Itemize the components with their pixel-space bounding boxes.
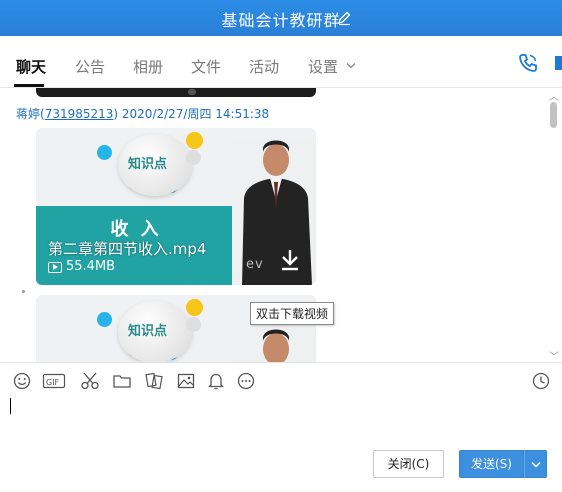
decor-circle [186,317,201,332]
folder-icon[interactable] [112,371,132,391]
chat-scrollbar[interactable]: ︿ ﹀ [546,88,560,363]
scroll-thumb[interactable] [550,102,557,128]
video-filename: 第二章第四节收入.mp4 [48,240,207,258]
tab-announcement[interactable]: 公告 [75,56,105,77]
message-header: 蒋婷(731985213) 2020/2/27/周四 14:51:38 [16,105,269,122]
phone-icon[interactable] [517,52,539,74]
scissors-icon[interactable] [80,371,100,391]
input-toolbar: GIF [0,362,562,396]
sender-name[interactable]: 蒋婷( [16,107,45,121]
decor-circle [186,132,203,149]
svg-text:GIF: GIF [46,378,60,387]
video-size: 55.4MB [66,259,116,274]
gif-icon[interactable]: GIF [42,371,66,391]
scroll-up-icon[interactable]: ︿ [549,88,559,103]
more-icon[interactable] [236,371,256,391]
download-tooltip: 双击下载视频 [250,302,335,325]
tab-activity[interactable]: 活动 [249,56,279,77]
emoji-icon[interactable] [12,371,32,391]
window-title: 基础会计教研群 [221,11,341,30]
edit-icon[interactable] [336,10,352,26]
tab-chat[interactable]: 聊天 [16,56,46,77]
active-tab-indicator [14,84,44,87]
decor-circle [186,150,201,165]
sender-qq-link[interactable]: 731985213 [45,107,114,121]
tab-album[interactable]: 相册 [133,56,163,77]
image-icon[interactable] [176,371,196,391]
chevron-down-icon [531,462,540,468]
previous-video-thumbnail[interactable] [36,88,316,97]
bell-icon[interactable] [206,371,226,391]
video-play-icon [48,262,62,273]
chevron-down-icon[interactable] [346,62,356,70]
tab-settings[interactable]: 设置 [308,56,338,77]
download-icon[interactable] [280,248,300,272]
message-bullet [22,290,25,293]
decor-circle [97,312,112,327]
tab-bar: 聊天 公告 相册 文件 活动 设置 [0,36,562,88]
send-button[interactable]: 发送(S) [459,450,524,478]
knowledge-point-label: 知识点 [128,324,168,339]
title-bar: 基础会计教研群 [0,0,562,36]
scroll-down-icon[interactable]: ﹀ [549,348,559,363]
text-cursor [10,398,11,414]
send-options-button[interactable] [524,450,547,478]
knowledge-point-label: 知识点 [128,157,168,172]
video-call-icon[interactable] [555,56,562,70]
presenter-figure [232,140,316,285]
presenter-figure [232,329,316,362]
history-clock-icon[interactable] [531,371,551,391]
tab-files[interactable]: 文件 [191,56,221,77]
message-timestamp: ) 2020/2/27/周四 14:51:38 [113,107,270,121]
watermark-text: ev [246,257,264,272]
decor-circle [97,145,112,160]
shake-icon[interactable] [144,371,164,391]
close-button[interactable]: 关闭(C) [373,450,444,478]
decor-circle [186,299,203,316]
video-message[interactable]: 知识点 收 入 第二章第四节收入.mp4 55.4MB ev [36,128,316,285]
